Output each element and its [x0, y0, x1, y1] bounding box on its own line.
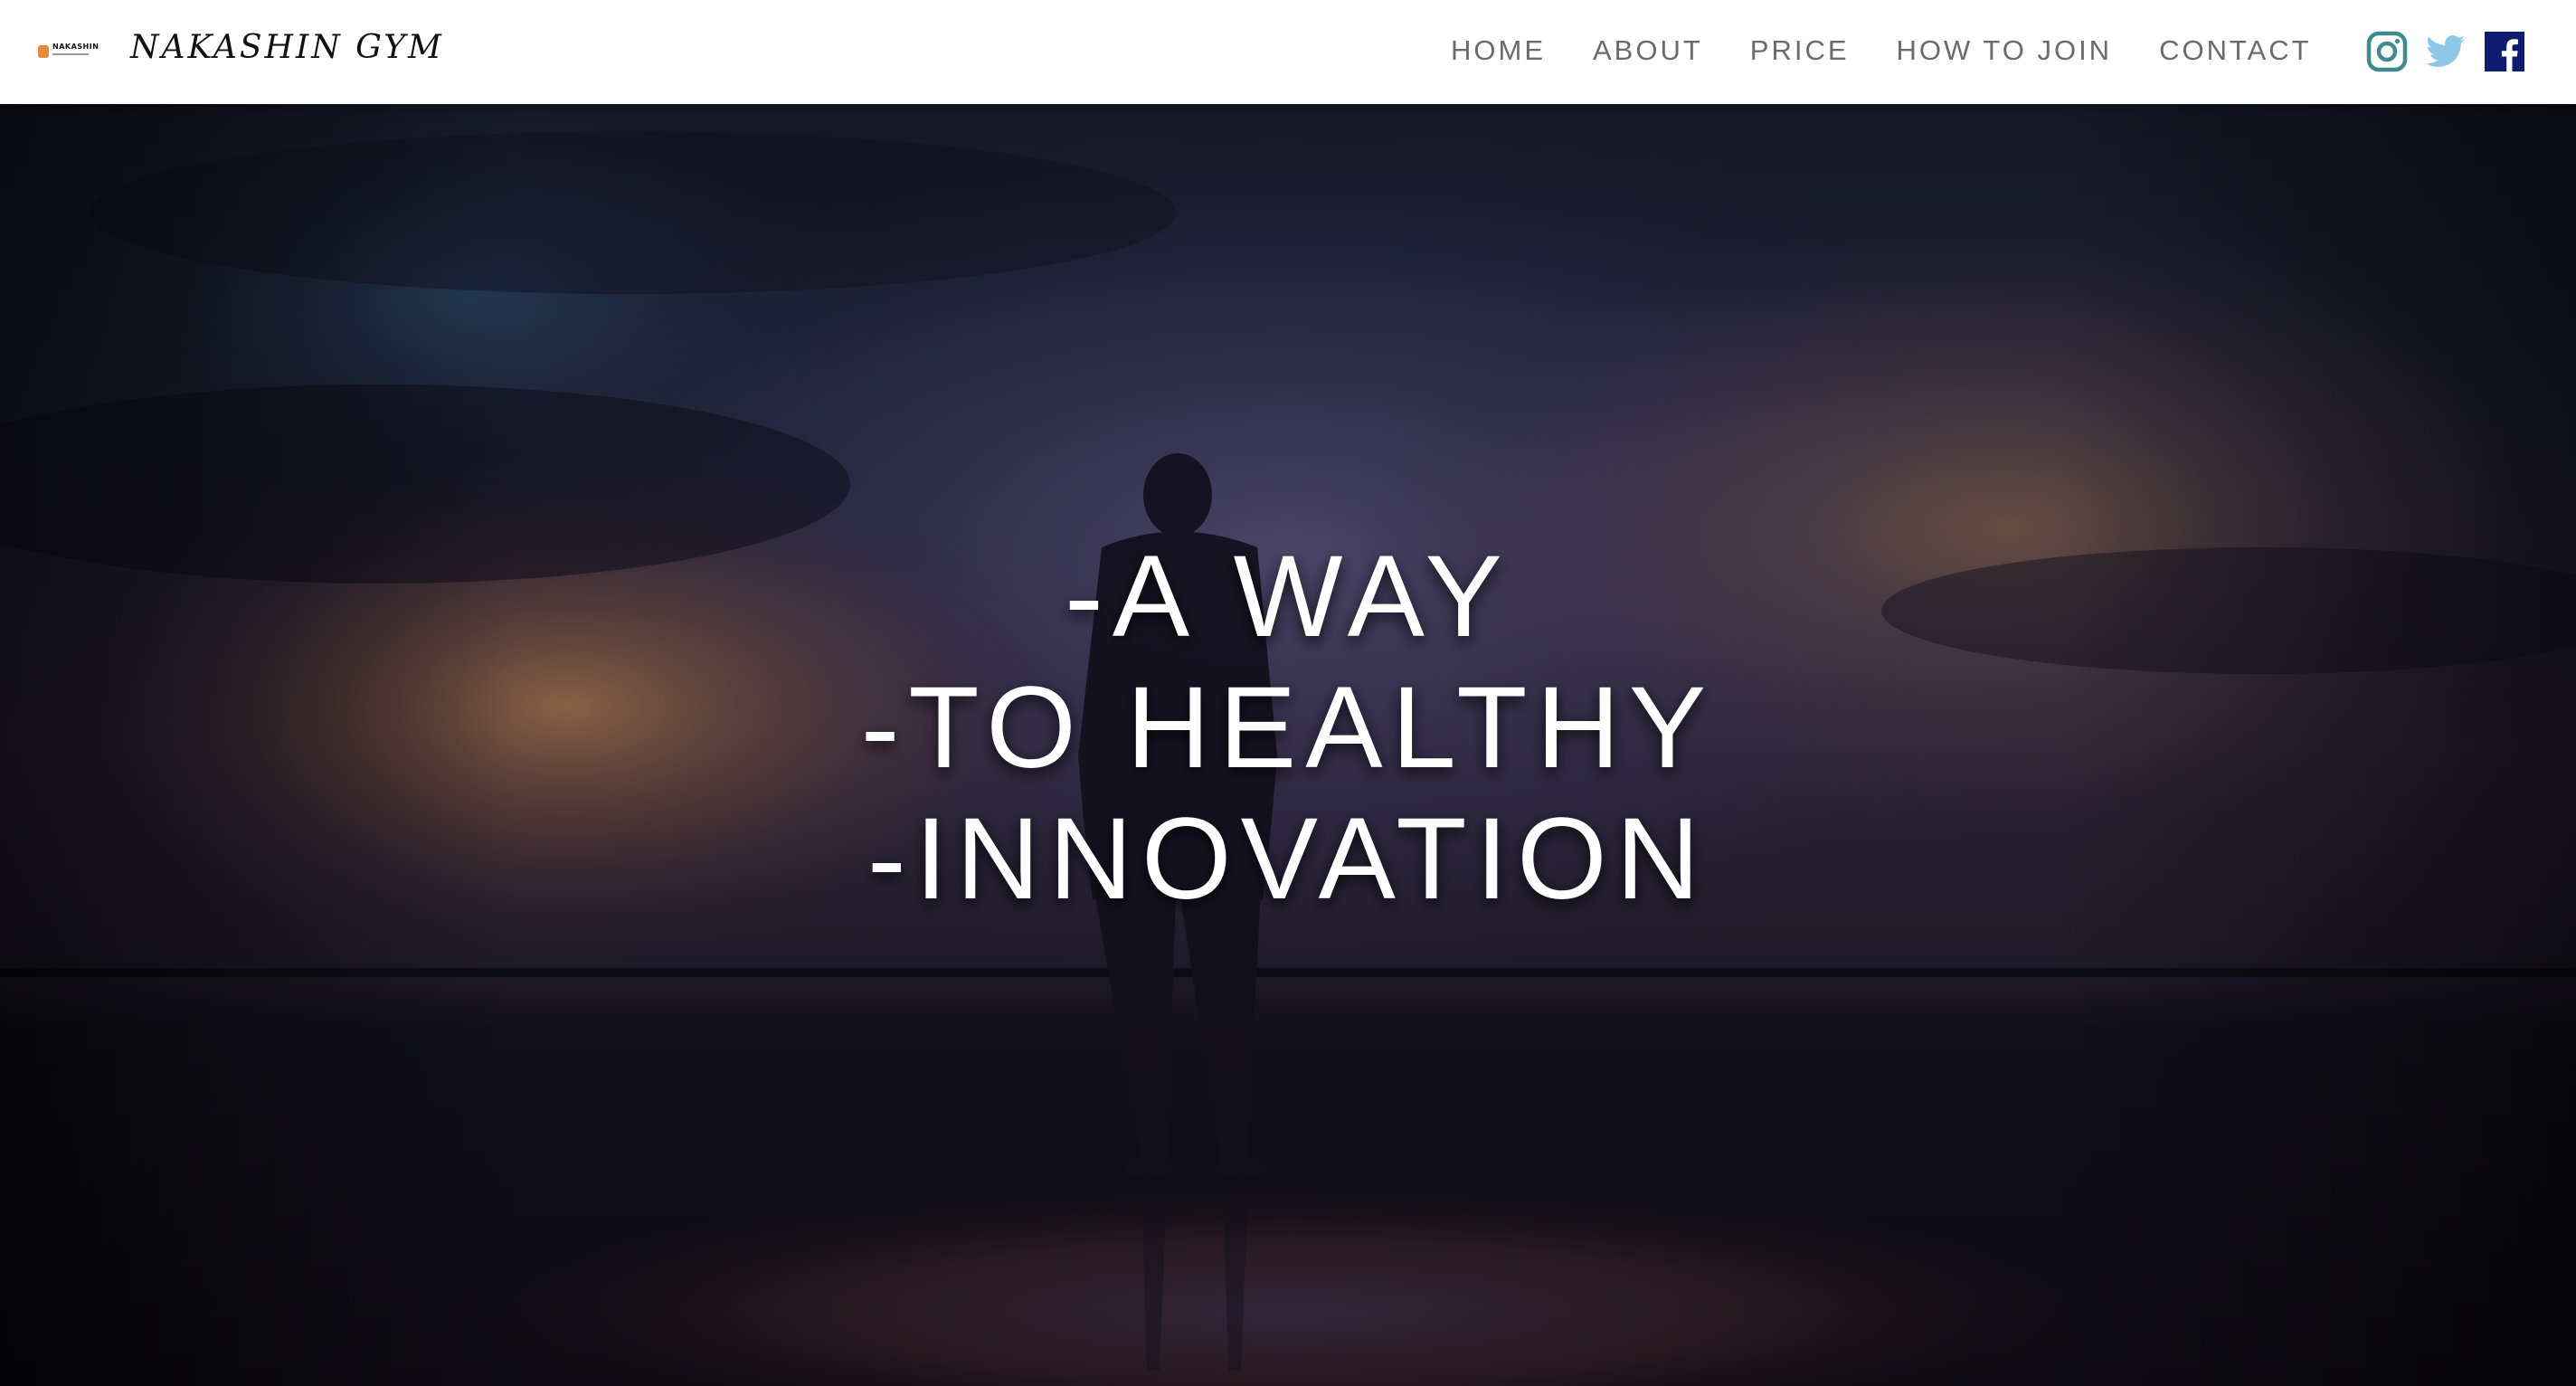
logo-mark-icon	[38, 45, 49, 58]
nav-contact[interactable]: CONTACT	[2159, 34, 2312, 67]
facebook-icon[interactable]	[2484, 31, 2525, 72]
twitter-icon[interactable]	[2425, 31, 2467, 72]
logo-text: NAKASHIN	[52, 43, 99, 51]
hero-line-2: -TO HEALTHY	[860, 663, 1716, 793]
hero-headline: -A WAY -TO HEALTHY -INNOVATION	[0, 531, 2576, 925]
nav-home[interactable]: HOME	[1451, 34, 1546, 67]
logo-subline	[52, 53, 89, 55]
social-links	[2366, 31, 2525, 72]
nav-about[interactable]: ABOUT	[1593, 34, 1703, 67]
hero-line-1: -A WAY	[1065, 532, 1511, 661]
hero-section: -A WAY -TO HEALTHY -INNOVATION	[0, 104, 2576, 1386]
page: NAKASHIN NAKASHIN GYM HOME ABOUT PRICE H…	[0, 0, 2576, 1386]
brand-name[interactable]: NAKASHIN GYM	[130, 29, 444, 66]
main-nav: HOME ABOUT PRICE HOW TO JOIN CONTACT	[1451, 34, 2312, 67]
nav-how-to-join[interactable]: HOW TO JOIN	[1897, 34, 2113, 67]
site-header: NAKASHIN NAKASHIN GYM HOME ABOUT PRICE H…	[0, 0, 2576, 104]
instagram-icon[interactable]	[2366, 31, 2408, 72]
logo[interactable]: NAKASHIN	[36, 40, 101, 63]
nav-price[interactable]: PRICE	[1750, 34, 1850, 67]
hero-line-3: -INNOVATION	[867, 794, 1709, 924]
